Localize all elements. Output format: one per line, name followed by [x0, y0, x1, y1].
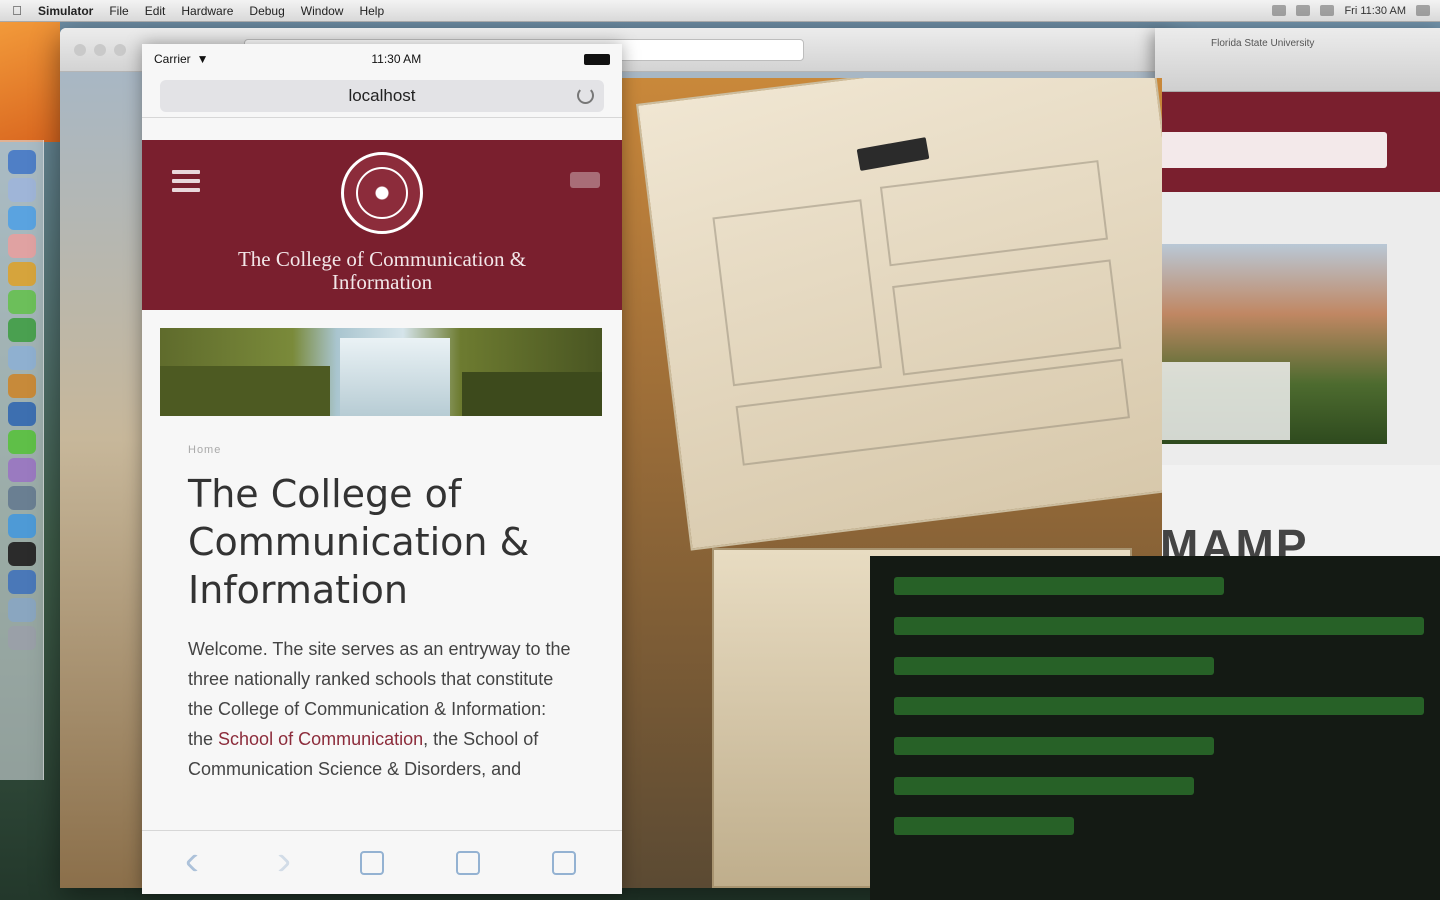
site-name[interactable]: The College of Communication & Informati…: [202, 248, 562, 294]
wireframe-paper: [636, 78, 1162, 551]
menu-clock[interactable]: Fri 11:30 AM: [1344, 5, 1406, 17]
xcode-icon[interactable]: [7, 514, 36, 538]
battery-icon: [584, 53, 610, 65]
trash-icon[interactable]: [7, 626, 36, 650]
ios-time: 11:30 AM: [371, 52, 422, 66]
finder-icon[interactable]: [7, 150, 36, 174]
menu-window[interactable]: Window: [301, 4, 344, 18]
dock: [0, 140, 44, 780]
desktop-wallpaper: [0, 22, 60, 142]
right-window-titlebar: Florida State University: [1155, 28, 1440, 92]
paper-label: [856, 137, 930, 171]
terminal-line: [894, 806, 1440, 846]
messages-icon[interactable]: [7, 290, 36, 314]
volume-icon[interactable]: [1296, 5, 1311, 16]
wifi-signal-icon: ▼: [196, 52, 209, 66]
article: Home The College of Communication & Info…: [142, 416, 622, 784]
terminal-icon[interactable]: [7, 542, 36, 566]
carrier: Carrier ▼: [154, 52, 209, 66]
share-icon[interactable]: [360, 850, 384, 875]
maps-icon[interactable]: [7, 430, 36, 454]
terminal-line: [894, 606, 1440, 646]
carrier-label: Carrier: [154, 52, 191, 66]
terminal-line: [894, 646, 1440, 686]
app-store-icon[interactable]: [7, 402, 36, 426]
terminal-line: [894, 766, 1440, 806]
ios-simulator: Carrier ▼ 11:30 AM localhost The College…: [142, 44, 622, 894]
hero-caption-box: [1155, 362, 1290, 440]
close-icon[interactable]: [74, 43, 86, 56]
ios-status-bar: Carrier ▼ 11:30 AM: [142, 44, 622, 74]
menu-file[interactable]: File: [109, 4, 128, 18]
menu-debug[interactable]: Debug: [249, 4, 284, 18]
apple-menu-icon[interactable]: : [10, 3, 24, 18]
simulator-icon[interactable]: [7, 570, 36, 594]
wifi-icon[interactable]: [1272, 5, 1287, 16]
notes-icon[interactable]: [7, 374, 36, 398]
terminal-line: [894, 686, 1440, 726]
campus-banner-image: [160, 328, 602, 416]
bookmarks-icon[interactable]: [456, 850, 480, 875]
tabs-icon[interactable]: [552, 850, 576, 875]
preferences-icon[interactable]: [7, 486, 36, 510]
terminal-window[interactable]: [870, 556, 1440, 900]
menu-bar:  Simulator File Edit Hardware Debug Win…: [0, 0, 1440, 22]
facetime-icon[interactable]: [7, 318, 36, 342]
terminal-line: [894, 566, 1440, 606]
menu-app-name[interactable]: Simulator: [38, 4, 93, 18]
banner-trees: [160, 366, 330, 416]
hamburger-menu-icon[interactable]: [172, 170, 200, 192]
minimize-icon[interactable]: [94, 43, 106, 56]
search-icon[interactable]: [570, 172, 600, 188]
forward-icon[interactable]: [271, 852, 291, 873]
school-link[interactable]: School of Communication: [218, 729, 423, 749]
menu-help[interactable]: Help: [359, 4, 384, 18]
safari-toolbar: [142, 830, 622, 894]
launchpad-icon[interactable]: [7, 178, 36, 202]
itunes-icon[interactable]: [7, 458, 36, 482]
back-icon[interactable]: [185, 852, 205, 873]
status-area: Fri 11:30 AM: [1272, 5, 1430, 17]
safari-url-bar: localhost: [142, 74, 622, 118]
menu-hardware[interactable]: Hardware: [181, 4, 233, 18]
spotlight-icon[interactable]: [1416, 5, 1430, 16]
banner-tower: [340, 338, 450, 416]
downloads-icon[interactable]: [7, 598, 36, 622]
sketch-box: [712, 199, 883, 387]
header-search-field[interactable]: [1155, 132, 1387, 168]
banner-trees: [462, 372, 602, 416]
safari-icon[interactable]: [7, 206, 36, 230]
reload-icon[interactable]: [577, 86, 594, 104]
breadcrumb[interactable]: Home: [188, 444, 576, 456]
page-title: The College of Communication & Informati…: [188, 472, 530, 612]
terminal-line: [894, 726, 1440, 766]
menu-edit[interactable]: Edit: [145, 4, 166, 18]
battery-icon[interactable]: [1320, 5, 1335, 16]
url-field[interactable]: localhost: [160, 79, 604, 112]
url-text: localhost: [348, 85, 416, 105]
photos-icon[interactable]: [7, 262, 36, 286]
site-header: The College of Communication & Informati…: [142, 140, 622, 310]
sketch-box: [892, 259, 1122, 376]
zoom-icon[interactable]: [114, 43, 126, 56]
right-page-header: [1155, 92, 1440, 192]
right-window-tab-title[interactable]: Florida State University: [1211, 38, 1314, 49]
sketch-box: [879, 160, 1109, 267]
university-seal-icon[interactable]: [341, 152, 423, 234]
calendar-icon[interactable]: [7, 234, 36, 258]
intro-paragraph: Welcome. The site serves as an entryway …: [188, 634, 576, 784]
mail-icon[interactable]: [7, 346, 36, 370]
